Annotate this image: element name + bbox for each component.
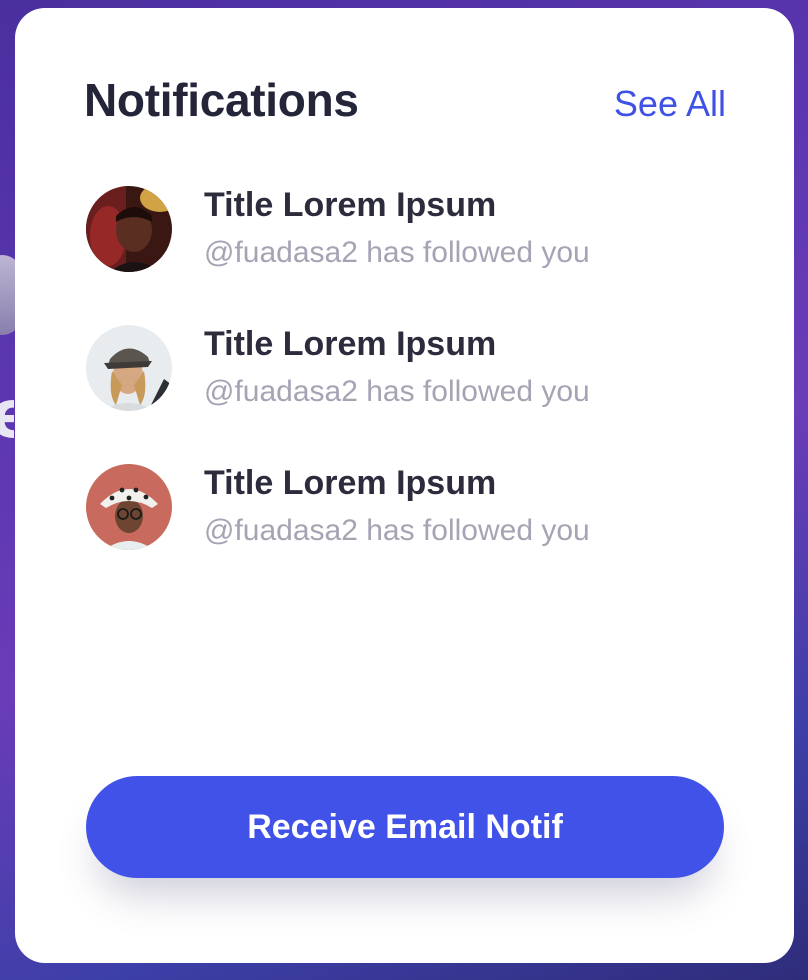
notification-subtitle: @fuadasa2 has followed you — [204, 236, 590, 269]
background-glyph: e — [0, 375, 14, 455]
avatar — [86, 325, 172, 411]
list-item[interactable]: Title Lorem Ipsum @fuadasa2 has followed… — [86, 186, 754, 272]
page-title: Notifications — [84, 74, 359, 126]
avatar — [86, 186, 172, 272]
notification-list: Title Lorem Ipsum @fuadasa2 has followed… — [86, 186, 754, 603]
list-item[interactable]: Title Lorem Ipsum @fuadasa2 has followed… — [86, 464, 754, 550]
person-avatar-icon — [86, 186, 172, 272]
list-item[interactable]: Title Lorem Ipsum @fuadasa2 has followed… — [86, 325, 754, 411]
person-avatar-icon — [86, 325, 172, 411]
notification-text: Title Lorem Ipsum @fuadasa2 has followed… — [204, 185, 590, 273]
avatar — [86, 464, 172, 550]
notifications-card: Notifications See All Title Lorem Ipsum … — [15, 8, 794, 963]
notification-title: Title Lorem Ipsum — [204, 186, 497, 224]
notification-text: Title Lorem Ipsum @fuadasa2 has followed… — [204, 463, 590, 551]
notification-text: Title Lorem Ipsum @fuadasa2 has followed… — [204, 324, 590, 412]
notification-title: Title Lorem Ipsum — [204, 325, 497, 363]
notification-subtitle: @fuadasa2 has followed you — [204, 514, 590, 547]
card-header: Notifications See All — [84, 70, 726, 130]
notification-subtitle: @fuadasa2 has followed you — [204, 375, 590, 408]
notification-title: Title Lorem Ipsum — [204, 464, 497, 502]
person-avatar-icon — [86, 464, 172, 550]
receive-email-notif-button[interactable]: Receive Email Notif — [86, 776, 724, 878]
see-all-link[interactable]: See All — [614, 83, 726, 125]
